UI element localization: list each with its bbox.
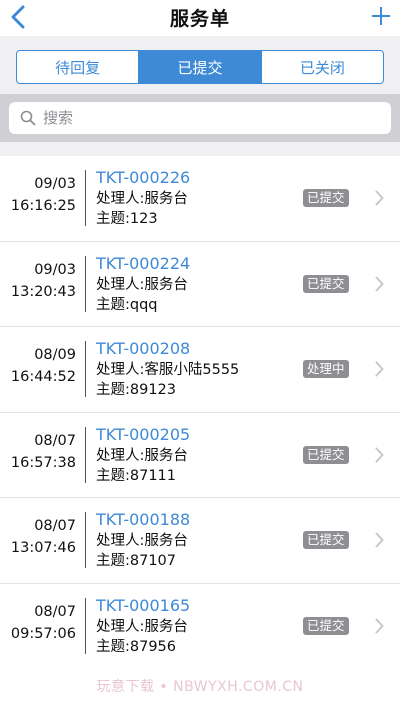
ticket-date: 08/09 xyxy=(34,347,76,363)
ticket-info: TKT-000226 处理人:服务台 主题:123 xyxy=(96,167,190,229)
ticket-row[interactable]: 09/03 16:16:25 TKT-000226 处理人:服务台 主题:123… xyxy=(0,156,400,242)
ticket-handler: 处理人:服务台 xyxy=(96,447,188,464)
tab-submitted[interactable]: 已提交 xyxy=(139,51,262,83)
ticket-info: TKT-000205 处理人:服务台 主题:87111 xyxy=(96,424,190,486)
add-ticket-button[interactable] xyxy=(370,4,392,28)
ticket-date: 09/03 xyxy=(34,176,76,192)
ticket-datetime: 08/07 16:57:38 xyxy=(10,430,76,474)
row-divider xyxy=(85,170,86,226)
ticket-datetime: 08/07 09:57:06 xyxy=(10,601,76,645)
ticket-date: 08/07 xyxy=(34,518,76,534)
ticket-row[interactable]: 08/07 09:57:06 TKT-000165 处理人:服务台 主题:879… xyxy=(0,583,400,669)
ticket-subject: 主题:87111 xyxy=(96,467,177,484)
chevron-right-icon xyxy=(374,532,384,548)
row-divider xyxy=(85,341,86,397)
watermark: 玩意下载 • NBWYXH.COM.CN xyxy=(96,679,304,695)
ticket-time: 16:44:52 xyxy=(10,369,76,385)
row-divider xyxy=(85,597,86,654)
ticket-info: TKT-000188 处理人:服务台 主题:87107 xyxy=(96,509,190,571)
ticket-time: 09:57:06 xyxy=(10,625,76,642)
ticket-info: TKT-000208 处理人:客服小陆5555 主题:89123 xyxy=(96,338,239,400)
row-divider xyxy=(85,512,86,568)
status-badge: 已提交 xyxy=(303,531,349,549)
ticket-subject: 主题:87107 xyxy=(96,553,177,569)
ticket-subject: 主题:123 xyxy=(96,211,158,227)
status-badge: 已提交 xyxy=(303,274,349,293)
status-segmented-control: 待回复 已提交 已关闭 xyxy=(16,50,384,84)
search-icon xyxy=(19,109,37,127)
page-title: 服务单 xyxy=(169,8,230,30)
ticket-handler: 处理人:服务台 xyxy=(96,618,188,635)
navigation-bar: 服务单 xyxy=(0,0,400,36)
plus-icon xyxy=(372,7,390,25)
ticket-row[interactable]: 08/07 13:07:46 TKT-000188 处理人:服务台 主题:871… xyxy=(0,498,400,584)
ticket-id: TKT-000226 xyxy=(96,168,191,187)
ticket-handler: 处理人:服务台 xyxy=(96,533,188,549)
status-badge: 处理中 xyxy=(303,360,349,378)
chevron-right-icon xyxy=(374,447,384,463)
ticket-subject: 主题:87956 xyxy=(96,638,177,655)
ticket-date: 09/03 xyxy=(34,261,76,278)
ticket-handler: 处理人:服务台 xyxy=(96,276,188,293)
ticket-row[interactable]: 09/03 13:20:43 TKT-000224 处理人:服务台 主题:qqq… xyxy=(0,241,400,327)
ticket-id: TKT-000165 xyxy=(96,595,191,615)
chevron-right-icon xyxy=(374,361,384,377)
row-divider xyxy=(85,426,86,483)
ticket-info: TKT-000165 处理人:服务台 主题:87956 xyxy=(96,595,190,657)
status-badge: 已提交 xyxy=(303,189,349,207)
chevron-right-icon xyxy=(374,276,384,292)
ticket-id: TKT-000188 xyxy=(96,510,191,529)
ticket-subject: 主题:qqq xyxy=(96,296,158,313)
ticket-id: TKT-000205 xyxy=(96,424,191,444)
ticket-id: TKT-000224 xyxy=(96,253,191,273)
ticket-datetime: 08/07 13:07:46 xyxy=(10,515,76,559)
ticket-date: 08/07 xyxy=(34,432,76,449)
ticket-subject: 主题:89123 xyxy=(96,382,177,398)
ticket-handler: 处理人:服务台 xyxy=(96,191,188,207)
ticket-handler: 处理人:客服小陆5555 xyxy=(96,362,240,378)
ticket-time: 13:07:46 xyxy=(10,540,76,556)
ticket-datetime: 09/03 16:16:25 xyxy=(10,173,76,217)
chevron-right-icon xyxy=(374,618,384,634)
ticket-time: 16:57:38 xyxy=(10,454,76,471)
ticket-time: 16:16:25 xyxy=(10,198,76,214)
ticket-id: TKT-000208 xyxy=(96,339,191,358)
row-divider xyxy=(85,255,86,312)
ticket-row[interactable]: 08/09 16:44:52 TKT-000208 处理人:客服小陆5555 主… xyxy=(0,327,400,413)
ticket-list: 09/03 16:16:25 TKT-000226 处理人:服务台 主题:123… xyxy=(0,156,400,669)
list-separator xyxy=(0,142,400,156)
search-bar xyxy=(0,94,400,142)
search-input[interactable] xyxy=(43,109,363,127)
status-badge: 已提交 xyxy=(303,445,349,464)
ticket-datetime: 08/09 16:44:52 xyxy=(10,344,76,388)
tab-closed[interactable]: 已关闭 xyxy=(262,51,383,83)
ticket-date: 08/07 xyxy=(34,603,76,620)
ticket-row[interactable]: 08/07 16:57:38 TKT-000205 处理人:服务台 主题:871… xyxy=(0,412,400,498)
search-box[interactable] xyxy=(9,102,391,134)
status-filter-bar: 待回复 已提交 已关闭 xyxy=(0,36,400,94)
tab-pending-reply[interactable]: 待回复 xyxy=(17,51,140,83)
ticket-datetime: 09/03 13:20:43 xyxy=(10,259,76,303)
ticket-time: 13:20:43 xyxy=(10,283,76,300)
chevron-right-icon xyxy=(374,190,384,206)
ticket-info: TKT-000224 处理人:服务台 主题:qqq xyxy=(96,253,190,315)
status-badge: 已提交 xyxy=(303,616,349,635)
